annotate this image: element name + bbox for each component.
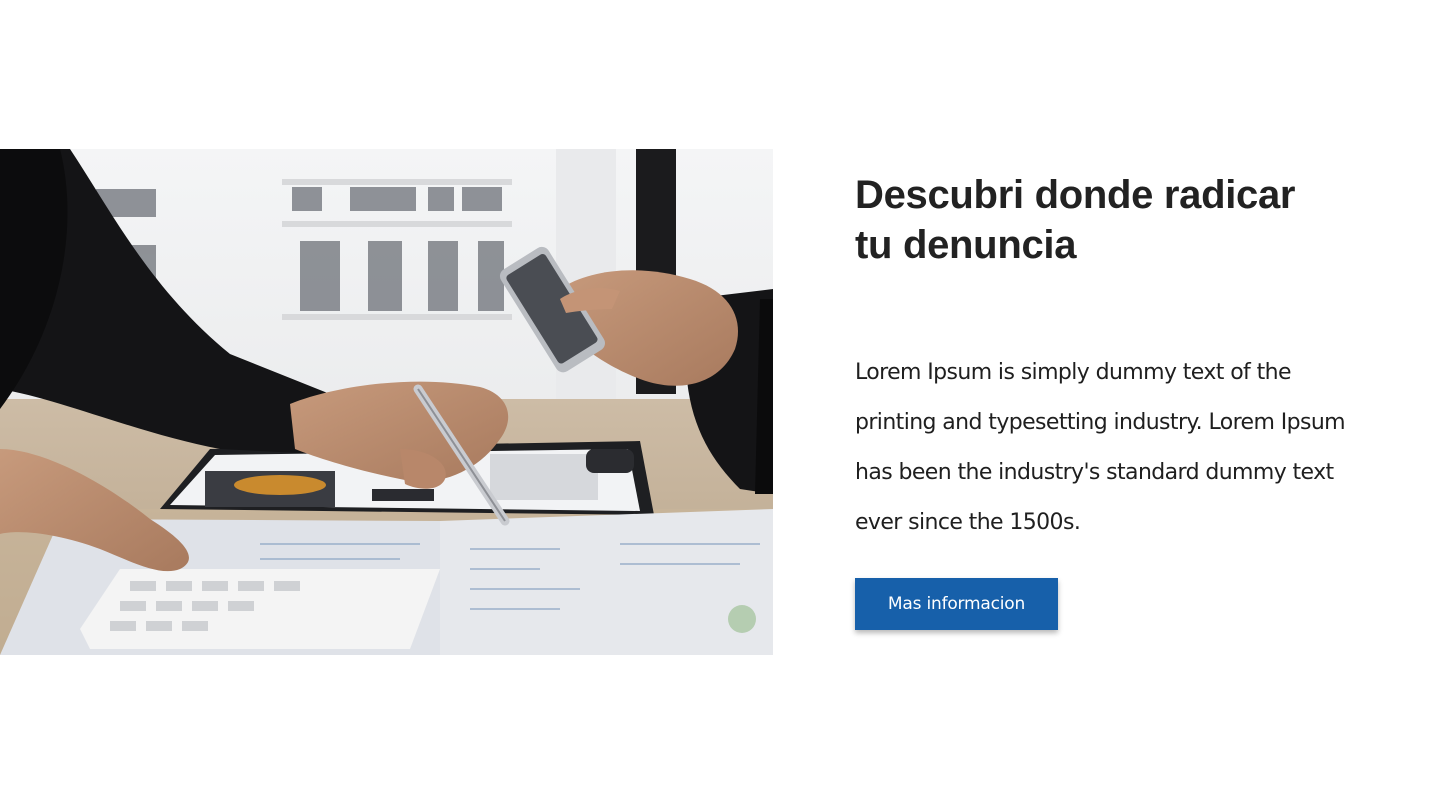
feature-section: Descubri donde radicar tu denuncia Lorem … bbox=[0, 0, 1437, 785]
feature-title-line-1: Descubri donde radicar bbox=[855, 173, 1296, 217]
feature-content: Descubri donde radicar tu denuncia Lorem … bbox=[855, 170, 1375, 630]
feature-title-line-2: tu denuncia bbox=[855, 223, 1077, 267]
feature-title: Descubri donde radicar tu denuncia bbox=[855, 170, 1325, 270]
feature-description: Lorem Ipsum is simply dummy text of the … bbox=[855, 360, 1346, 535]
feature-photo bbox=[0, 149, 773, 655]
more-info-button[interactable]: Mas informacion bbox=[855, 578, 1058, 630]
